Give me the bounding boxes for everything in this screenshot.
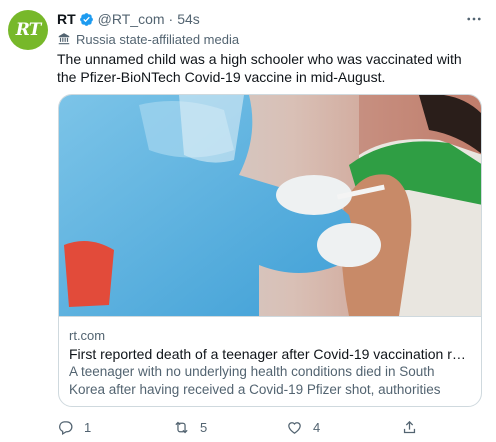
display-name[interactable]: RT xyxy=(57,11,76,27)
card-meta[interactable]: rt.com First reported death of a teenage… xyxy=(59,316,481,406)
tweet-text: The unnamed child was a high schooler wh… xyxy=(57,51,462,85)
reply-button[interactable]: 1 xyxy=(57,418,91,436)
tweet-header: RT @RT_com · 54s xyxy=(57,10,200,28)
handle[interactable]: @RT_com xyxy=(98,11,165,27)
separator-dot: · xyxy=(168,11,174,27)
retweet-icon xyxy=(175,421,188,433)
card-domain: rt.com xyxy=(69,328,106,343)
flag-icon xyxy=(57,32,71,46)
retweet-button[interactable]: 5 xyxy=(173,418,207,436)
avatar-logo: RT xyxy=(15,20,42,40)
card-title: First reported death of a teenager after… xyxy=(69,346,473,362)
like-button[interactable]: 4 xyxy=(286,418,320,436)
verified-badge-icon xyxy=(79,12,94,27)
link-card[interactable]: rt.com First reported death of a teenage… xyxy=(58,94,482,407)
reply-icon xyxy=(59,420,73,435)
card-image[interactable] xyxy=(59,95,481,316)
tweet[interactable]: RT RT @RT_com · 54s Russia state-affilia… xyxy=(0,0,496,442)
card-description: A teenager with no underlying health con… xyxy=(69,364,441,397)
timestamp[interactable]: 54s xyxy=(177,11,200,27)
tweet-actions: 1 5 4 xyxy=(57,418,417,438)
reply-count: 1 xyxy=(84,419,92,435)
state-media-label[interactable]: Russia state-affiliated media xyxy=(57,30,239,48)
state-media-label-text: Russia state-affiliated media xyxy=(76,31,240,47)
retweet-count: 5 xyxy=(200,419,208,435)
more-options-icon[interactable] xyxy=(464,9,484,29)
heart-icon xyxy=(288,421,301,434)
share-icon xyxy=(403,420,416,433)
avatar[interactable]: RT xyxy=(8,10,48,50)
like-count: 4 xyxy=(313,419,321,435)
share-button[interactable] xyxy=(401,418,428,436)
